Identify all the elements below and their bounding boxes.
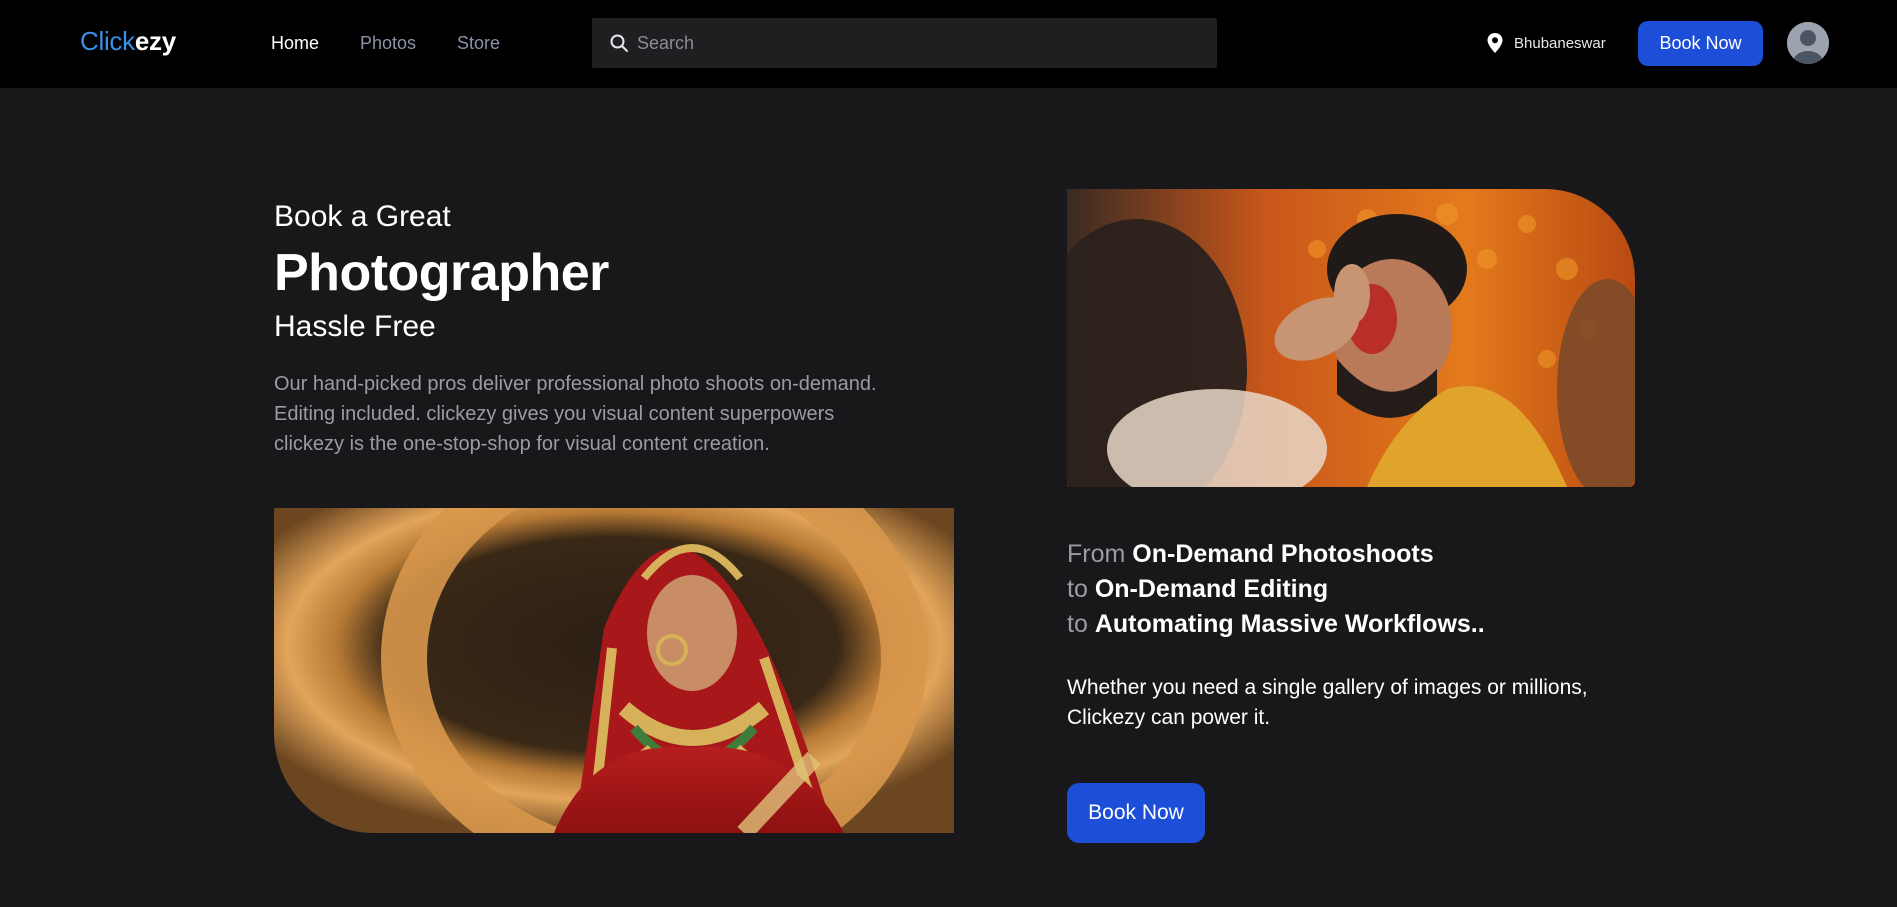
user-avatar-icon[interactable] [1787,22,1829,64]
power-statement: Whether you need a single gallery of ima… [1067,673,1627,733]
power-line-1: Whether you need a single gallery of ima… [1067,676,1588,699]
location-pin-icon [1486,32,1504,54]
feature-line: From On-Demand Photoshoots [1067,540,1434,569]
hero-description: Our hand-picked pros deliver professiona… [274,369,954,459]
bride-photo [274,508,954,833]
hero-description-line: clickezy is the one-stop-shop for visual… [274,433,770,455]
nav-link-photos[interactable]: Photos [360,33,416,54]
feature-prefix: From [1067,540,1126,568]
hero-description-line: Editing included. clickezy gives you vis… [274,403,835,425]
location-label: Bhubaneswar [1514,34,1606,52]
hero-kicker: Book a Great [274,200,451,233]
feature-text: Automating Massive Workflows.. [1094,610,1485,638]
logo[interactable]: Clickezy [80,26,176,57]
hero-subheadline: Hassle Free [274,310,436,343]
hero-headline: Photographer [274,244,609,302]
feature-text: On-Demand Editing [1094,575,1329,603]
nav-book-now-button[interactable]: Book Now [1638,21,1763,66]
hero-description-line: Our hand-picked pros deliver professiona… [274,373,877,395]
feature-prefix: to [1067,575,1088,603]
logo-part-click: Click [80,26,135,56]
nav-link-store[interactable]: Store [457,33,500,54]
hero-book-now-button[interactable]: Book Now [1067,783,1205,843]
feature-line: to On-Demand Editing [1067,575,1328,604]
logo-part-ezy: ezy [134,26,176,56]
ceremony-photo [1067,189,1635,487]
feature-line: to Automating Massive Workflows.. [1067,610,1485,639]
feature-prefix: to [1067,610,1088,638]
search-icon [609,33,629,53]
search-input[interactable] [637,18,1197,68]
feature-text: On-Demand Photoshoots [1132,540,1434,568]
nav-link-home[interactable]: Home [271,33,319,54]
search-bar [592,18,1217,68]
navbar: Clickezy Home Photos Store Bhubaneswar B… [0,0,1897,88]
location-selector[interactable]: Bhubaneswar [1486,32,1606,54]
power-line-2: Clickezy can power it. [1067,706,1271,729]
